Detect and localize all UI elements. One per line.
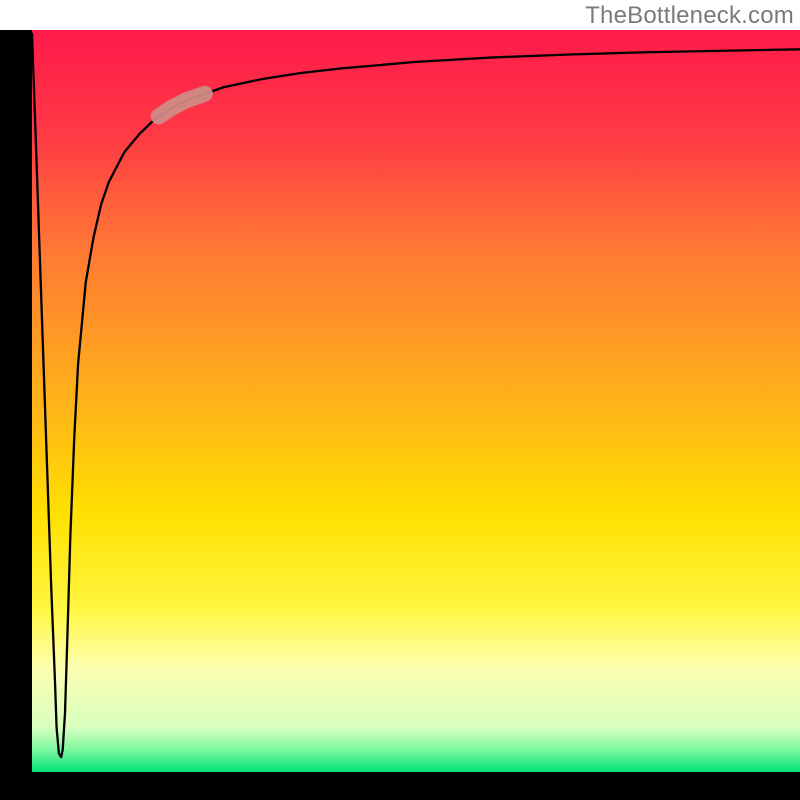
chart-svg bbox=[0, 0, 800, 800]
plot-background bbox=[32, 30, 800, 772]
y-axis-bar bbox=[0, 30, 32, 800]
x-axis-bar bbox=[0, 772, 800, 800]
chart-container: TheBottleneck.com bbox=[0, 0, 800, 800]
watermark-text: TheBottleneck.com bbox=[585, 2, 794, 30]
